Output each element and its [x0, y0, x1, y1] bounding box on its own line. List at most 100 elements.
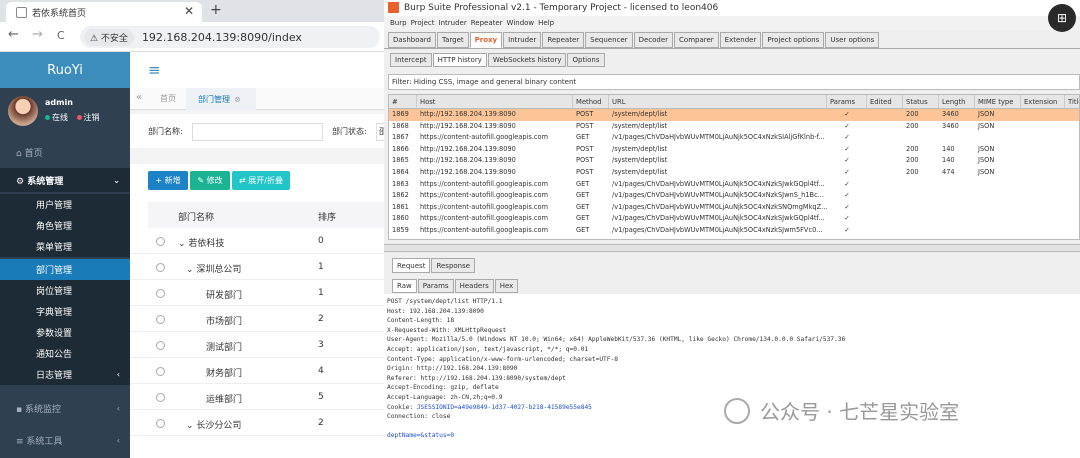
col-host[interactable]: Host [417, 95, 573, 109]
expand-button[interactable]: ⇄ 展开/折叠 [232, 171, 290, 190]
row-radio[interactable] [156, 367, 165, 376]
tab-home[interactable]: 首页 [160, 93, 176, 104]
menu-params[interactable]: 参数设置 [0, 322, 130, 343]
tab-hex[interactable]: Hex [494, 279, 519, 293]
menu-help[interactable]: Help [538, 19, 554, 27]
tab-headers[interactable]: Headers [454, 279, 494, 293]
history-row[interactable]: 1863 https://content-autofill.googleapis.… [389, 179, 1079, 191]
menu-window[interactable]: Window [507, 19, 535, 27]
tab-websockets-history[interactable]: WebSockets history [487, 53, 567, 67]
filter-bar[interactable]: Filter: Hiding CSS, image and general bi… [388, 74, 1080, 90]
history-row[interactable]: 1859 https://content-autofill.googleapis.… [389, 225, 1079, 237]
menu-burp[interactable]: Burp [390, 19, 407, 27]
screenshot-tool-icon[interactable]: ⊞ [1048, 4, 1076, 32]
menu-monitor[interactable]: ▪ 系统监控 ‹ [0, 396, 130, 420]
tab-intercept[interactable]: Intercept [390, 53, 432, 67]
tab-http-history[interactable]: HTTP history [432, 53, 487, 67]
forward-button[interactable]: → [32, 27, 43, 42]
history-row[interactable]: 1860 https://content-autofill.googleapis.… [389, 213, 1079, 225]
tab-response[interactable]: Response [431, 258, 476, 273]
url-text[interactable]: 192.168.204.139:8090/index [142, 31, 302, 44]
close-tab-icon[interactable]: ✕ [184, 4, 194, 18]
table-row[interactable]: ⌄ 若依科技 0 [130, 228, 384, 254]
history-row[interactable]: 1867 https://content-autofill.googleapis.… [389, 132, 1079, 144]
tab-target[interactable]: Target [436, 32, 469, 48]
menu-toggle-icon[interactable]: ≡ [148, 61, 161, 79]
table-row[interactable]: ⌄ 深圳总公司 1 [130, 254, 384, 280]
brand-logo[interactable]: RuoYi [0, 52, 130, 88]
reload-button[interactable]: C [57, 29, 65, 42]
history-row[interactable]: 1868 http://192.168.204.139:8090 POST/syst… [389, 121, 1079, 133]
tab-dept[interactable]: 部门管理 ⊗ [186, 88, 256, 110]
browser-tab[interactable]: 若依系统首页 ✕ [6, 2, 202, 22]
security-badge[interactable]: ⚠ 不安全 [84, 28, 134, 46]
tab-dashboard[interactable]: Dashboard [388, 32, 436, 48]
col-extension[interactable]: Extension [1021, 95, 1065, 109]
split-handle[interactable] [384, 244, 1080, 252]
col-method[interactable]: Method [573, 95, 609, 109]
table-row[interactable]: 市场部门 2 [130, 306, 384, 332]
tab-repeater[interactable]: Repeater [542, 32, 585, 48]
row-radio[interactable] [156, 237, 165, 246]
menu-home[interactable]: ⌂ 首页 [0, 140, 130, 164]
menu-repeater[interactable]: Repeater [471, 19, 503, 27]
tab-sequencer[interactable]: Sequencer [585, 32, 633, 48]
tabs-left-icon[interactable]: « [136, 92, 142, 103]
request-body[interactable]: POST /system/dept/list HTTP/1.1 Host: 192… [384, 294, 1080, 458]
tab-user-options[interactable]: User options [825, 32, 880, 48]
url-bar[interactable]: ⚠ 不安全 192.168.204.139:8090/index [80, 26, 380, 48]
table-row[interactable]: 测试部门 3 [130, 332, 384, 358]
row-radio[interactable] [156, 263, 165, 272]
row-radio[interactable] [156, 315, 165, 324]
row-radio[interactable] [156, 341, 165, 350]
menu-post-mgmt[interactable]: 岗位管理 [0, 280, 130, 301]
new-tab-button[interactable]: + [210, 2, 222, 18]
col-num[interactable]: # [389, 95, 417, 109]
tab-project-options[interactable]: Project options [762, 32, 825, 48]
history-row[interactable]: 1865 http://192.168.204.139:8090 POST/syst… [389, 155, 1079, 167]
col-status[interactable]: Status [903, 95, 939, 109]
table-row[interactable]: ⌄ 长沙分公司 2 [130, 410, 384, 436]
col-length[interactable]: Length [939, 95, 975, 109]
menu-system[interactable]: ⚙ 系统管理 ⌄ [0, 168, 130, 192]
history-row[interactable]: 1864 http://192.168.204.139:8090 POST/syst… [389, 167, 1079, 179]
table-row[interactable]: 研发部门 1 [130, 280, 384, 306]
tab-intruder[interactable]: Intruder [503, 32, 542, 48]
tab-params[interactable]: Params [417, 279, 454, 293]
history-row[interactable]: 1869 http://192.168.204.139:8090 POST/syst… [389, 109, 1079, 121]
tab-extender[interactable]: Extender [719, 32, 762, 48]
menu-dept-mgmt[interactable]: 部门管理 [0, 259, 130, 280]
menu-notice[interactable]: 通知公告 [0, 343, 130, 364]
menu-project[interactable]: Project [411, 19, 435, 27]
tab-decoder[interactable]: Decoder [633, 32, 674, 48]
tab-request[interactable]: Request [392, 258, 431, 273]
table-row[interactable]: 运维部门 5 [130, 384, 384, 410]
history-row[interactable]: 1866 http://192.168.204.139:8090 POST/syst… [389, 144, 1079, 156]
tab-comparer[interactable]: Comparer [674, 32, 719, 48]
history-row[interactable]: 1861 https://content-autofill.googleapis.… [389, 202, 1079, 214]
menu-user-mgmt[interactable]: 用户管理 [0, 194, 130, 215]
tab-proxy[interactable]: Proxy [469, 32, 503, 48]
tab-options[interactable]: Options [567, 53, 605, 67]
menu-intruder[interactable]: Intruder [439, 19, 467, 27]
row-radio[interactable] [156, 289, 165, 298]
history-row[interactable]: 1862 https://content-autofill.googleapis.… [389, 190, 1079, 202]
logout-link[interactable]: 注销 [84, 113, 100, 122]
add-button[interactable]: + 新增 [148, 171, 188, 190]
col-params[interactable]: Params [827, 95, 867, 109]
edit-button[interactable]: ✎ 修改 [190, 171, 230, 190]
table-row[interactable]: 财务部门 4 [130, 358, 384, 384]
row-radio[interactable] [156, 419, 165, 428]
col-url[interactable]: URL [609, 95, 827, 109]
menu-role-mgmt[interactable]: 角色管理 [0, 215, 130, 236]
dept-name-input[interactable] [192, 123, 323, 141]
col-mime-type[interactable]: MIME type [975, 95, 1021, 109]
menu-dict-mgmt[interactable]: 字典管理 [0, 301, 130, 322]
row-radio[interactable] [156, 393, 165, 402]
dept-status-select[interactable]: 邵 [376, 123, 384, 141]
menu-logs[interactable]: 日志管理 ‹ [0, 364, 130, 385]
col-title[interactable]: Title [1065, 95, 1079, 109]
menu-tools[interactable]: ≡ 系统工具 ‹ [0, 428, 130, 452]
close-icon[interactable]: ⊗ [234, 95, 241, 104]
menu-menu-mgmt[interactable]: 菜单管理 [0, 236, 130, 257]
